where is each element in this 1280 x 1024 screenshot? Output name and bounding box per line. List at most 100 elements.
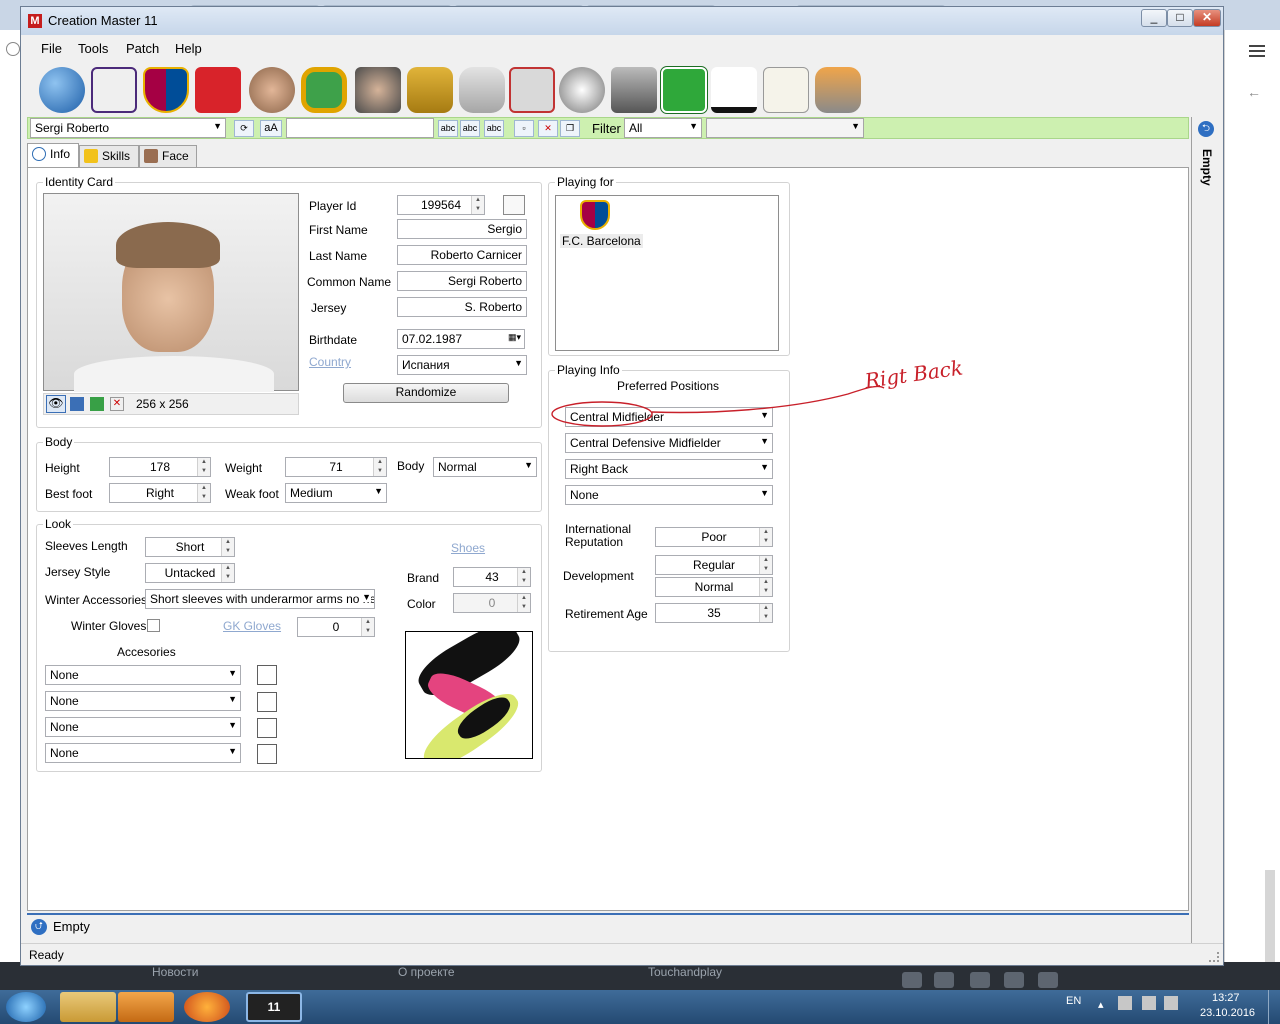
footer-link[interactable]: Новости	[152, 965, 198, 979]
back-arrow-icon[interactable]: ←	[1247, 84, 1261, 100]
refresh-icon[interactable]: ⟳	[234, 120, 254, 137]
filter-select[interactable]: All ▼	[624, 118, 702, 138]
cards-icon[interactable]	[509, 67, 555, 113]
scrollbar[interactable]	[1265, 870, 1275, 970]
gloves-icon[interactable]	[815, 67, 861, 113]
accessory-checkbox[interactable]	[257, 744, 277, 764]
media-player-icon[interactable]	[118, 992, 174, 1022]
first-name-input[interactable]: Sergio	[397, 219, 527, 239]
development-input-2[interactable]: Normal ▲ ▼	[655, 577, 773, 597]
jersey-style-input[interactable]: Untacked ▲ ▼	[145, 563, 235, 583]
country-link[interactable]: Country	[309, 355, 351, 369]
player-select[interactable]: Sergi Roberto ▼	[30, 118, 226, 138]
show-desktop-button[interactable]	[1268, 990, 1280, 1024]
minimize-button[interactable]: _	[1141, 9, 1167, 27]
start-button-icon[interactable]	[6, 992, 46, 1022]
kit-shirt-icon[interactable]	[195, 67, 241, 113]
new-document-icon[interactable]: ▫	[514, 120, 534, 137]
explorer-icon[interactable]	[60, 992, 116, 1022]
accessory-select[interactable]: None ▼	[45, 691, 241, 711]
action-center-icon[interactable]	[1118, 996, 1132, 1010]
menu-patch[interactable]: Patch	[126, 41, 159, 56]
ball-icon[interactable]	[559, 67, 605, 113]
height-input[interactable]: 178 ▲ ▼	[109, 457, 211, 477]
volume-icon[interactable]	[1164, 996, 1178, 1010]
filter-value-select[interactable]: ▼	[706, 118, 864, 138]
accessory-select[interactable]: None ▼	[45, 717, 241, 737]
shoes-link[interactable]: Shoes	[451, 541, 485, 555]
pitch-icon[interactable]	[660, 66, 708, 114]
clubs-list[interactable]: F.C. Barcelona	[555, 195, 779, 351]
barcelona-crest-icon[interactable]	[143, 67, 189, 113]
close-button[interactable]: ✕	[1193, 9, 1221, 27]
boots-icon[interactable]	[611, 67, 657, 113]
tab-face[interactable]: Face	[139, 145, 197, 167]
collapse-panel-icon[interactable]: ⮌	[1198, 121, 1214, 137]
globe-icon[interactable]	[39, 67, 85, 113]
menu-tools[interactable]: Tools	[78, 41, 108, 56]
menu-help[interactable]: Help	[175, 41, 202, 56]
trophies-icon[interactable]	[407, 67, 453, 113]
footer-link[interactable]: О проекте	[398, 965, 455, 979]
winter-gloves-checkbox[interactable]	[147, 619, 160, 632]
gk-gloves-input[interactable]: 0 ▲ ▼	[297, 617, 375, 637]
firefox-icon[interactable]	[184, 992, 230, 1022]
expand-panel-icon[interactable]: ⮍	[31, 919, 47, 935]
color-input[interactable]: 0 ▲ ▼	[453, 593, 531, 613]
clock-time[interactable]: 13:27	[1212, 992, 1240, 1004]
player-id-input[interactable]: 199564 ▲ ▼	[397, 195, 485, 215]
vk-icon[interactable]	[902, 972, 922, 988]
clock-date[interactable]: 23.10.2016	[1200, 1007, 1255, 1019]
import-icon[interactable]	[70, 397, 84, 411]
creation-master-task-icon[interactable]: 11	[246, 992, 302, 1022]
body-type-select[interactable]: Normal ▼	[433, 457, 537, 477]
network-icon[interactable]	[1142, 996, 1156, 1010]
gamepad-icon[interactable]	[459, 67, 505, 113]
stadium-icon[interactable]	[301, 67, 347, 113]
twitch-icon[interactable]	[970, 972, 990, 988]
eye-icon[interactable]: 👁	[46, 395, 66, 413]
retirement-age-input[interactable]: 35 ▲ ▼	[655, 603, 773, 623]
accessory-checkbox[interactable]	[257, 718, 277, 738]
weight-input[interactable]: 71 ▲ ▼	[285, 457, 387, 477]
accessory-checkbox[interactable]	[257, 665, 277, 685]
menu-file[interactable]: File	[41, 41, 62, 56]
footer-link[interactable]: Touchandplay	[648, 965, 722, 979]
nike-adidas-icon[interactable]	[711, 67, 757, 113]
country-select[interactable]: Испания ▼	[397, 355, 527, 375]
remove-icon[interactable]: ✕	[110, 397, 124, 411]
accessory-checkbox[interactable]	[257, 692, 277, 712]
twitter-icon[interactable]	[1038, 972, 1058, 988]
tab-info[interactable]: Info	[27, 143, 79, 168]
gk-gloves-link[interactable]: GK Gloves	[223, 619, 281, 633]
club-name[interactable]: F.C. Barcelona	[560, 234, 643, 248]
language-indicator[interactable]: EN	[1066, 995, 1081, 1007]
player-head-icon[interactable]	[249, 67, 295, 113]
youtube-icon[interactable]	[1004, 972, 1024, 988]
tab-skills[interactable]: Skills	[79, 145, 139, 167]
back-button-icon[interactable]	[6, 42, 20, 56]
position-select-4[interactable]: None ▼	[565, 485, 773, 505]
export-icon[interactable]	[90, 397, 104, 411]
birthdate-picker[interactable]: 07.02.1987 ▦▾	[397, 329, 525, 349]
facebook-icon[interactable]	[934, 972, 954, 988]
development-input-1[interactable]: Regular ▲ ▼	[655, 555, 773, 575]
abc-filter-icon[interactable]: abc	[438, 120, 458, 137]
copy-icon[interactable]: ❐	[560, 120, 580, 137]
position-select-3[interactable]: Right Back ▼	[565, 459, 773, 479]
case-toggle-button[interactable]: aA	[260, 120, 282, 137]
id-card-icon[interactable]	[503, 195, 525, 215]
brand-input[interactable]: 43 ▲ ▼	[453, 567, 531, 587]
winter-accessories-select[interactable]: Short sleeves with underarmor arms no ne…	[145, 589, 375, 609]
delete-icon[interactable]: ✕	[538, 120, 558, 137]
abc-filter-icon[interactable]: abc	[460, 120, 480, 137]
manager-icon[interactable]	[355, 67, 401, 113]
randomize-button[interactable]: Randomize	[343, 383, 509, 403]
jersey-name-input[interactable]: S. Roberto	[397, 297, 527, 317]
weak-foot-select[interactable]: Medium ▼	[285, 483, 387, 503]
resize-grip-icon[interactable]	[1209, 952, 1219, 962]
maximize-button[interactable]: □	[1167, 9, 1193, 27]
best-foot-input[interactable]: Right ▲ ▼	[109, 483, 211, 503]
accessory-select[interactable]: None ▼	[45, 743, 241, 763]
accessory-select[interactable]: None ▼	[45, 665, 241, 685]
